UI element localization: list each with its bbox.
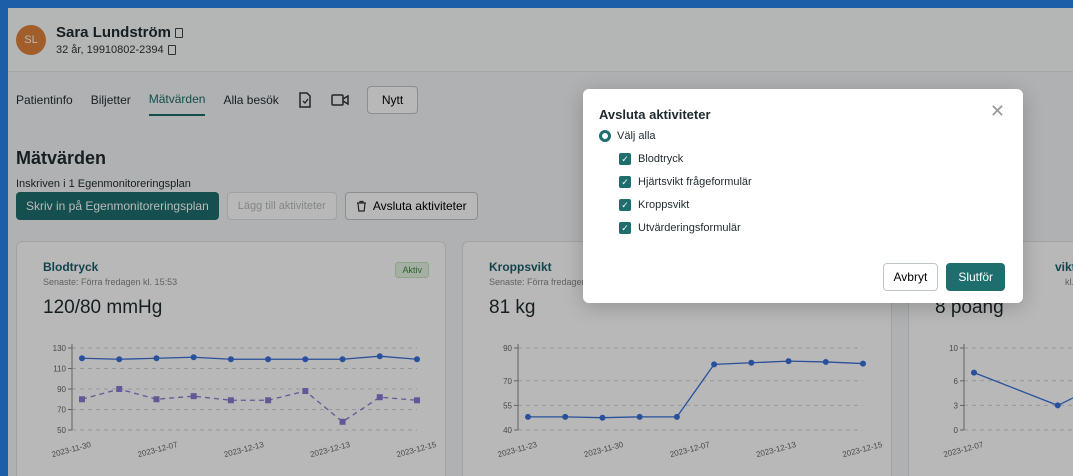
checkbox-icon: ✓ [619, 222, 631, 234]
confirm-button[interactable]: Slutför [946, 263, 1005, 291]
close-icon[interactable]: ✕ [990, 101, 1005, 122]
activity-checkbox[interactable]: ✓ Utvärderingsformulär [619, 222, 1007, 234]
cancel-button[interactable]: Avbryt [882, 263, 939, 291]
select-all-label: Välj alla [617, 130, 656, 142]
activity-label: Kroppsvikt [638, 199, 690, 211]
activity-checkbox[interactable]: ✓ Hjärtsvikt frågeformulär [619, 176, 1007, 188]
radio-icon [599, 130, 611, 142]
end-activities-dialog: Avsluta aktiviteter ✕ Välj alla ✓ Blodtr… [583, 89, 1023, 303]
checkbox-icon: ✓ [619, 153, 631, 165]
select-all-radio[interactable]: Välj alla [599, 130, 1007, 142]
dialog-title: Avsluta aktiviteter [599, 107, 711, 122]
activity-label: Utvärderingsformulär [638, 222, 741, 234]
checkbox-icon: ✓ [619, 176, 631, 188]
activity-label: Blodtryck [638, 153, 684, 165]
checkbox-icon: ✓ [619, 199, 631, 211]
activity-label: Hjärtsvikt frågeformulär [638, 176, 752, 188]
dialog-footer: Avbryt Slutför [882, 263, 1005, 291]
activity-checkbox[interactable]: ✓ Blodtryck [619, 153, 1007, 165]
activity-checkbox[interactable]: ✓ Kroppsvikt [619, 199, 1007, 211]
